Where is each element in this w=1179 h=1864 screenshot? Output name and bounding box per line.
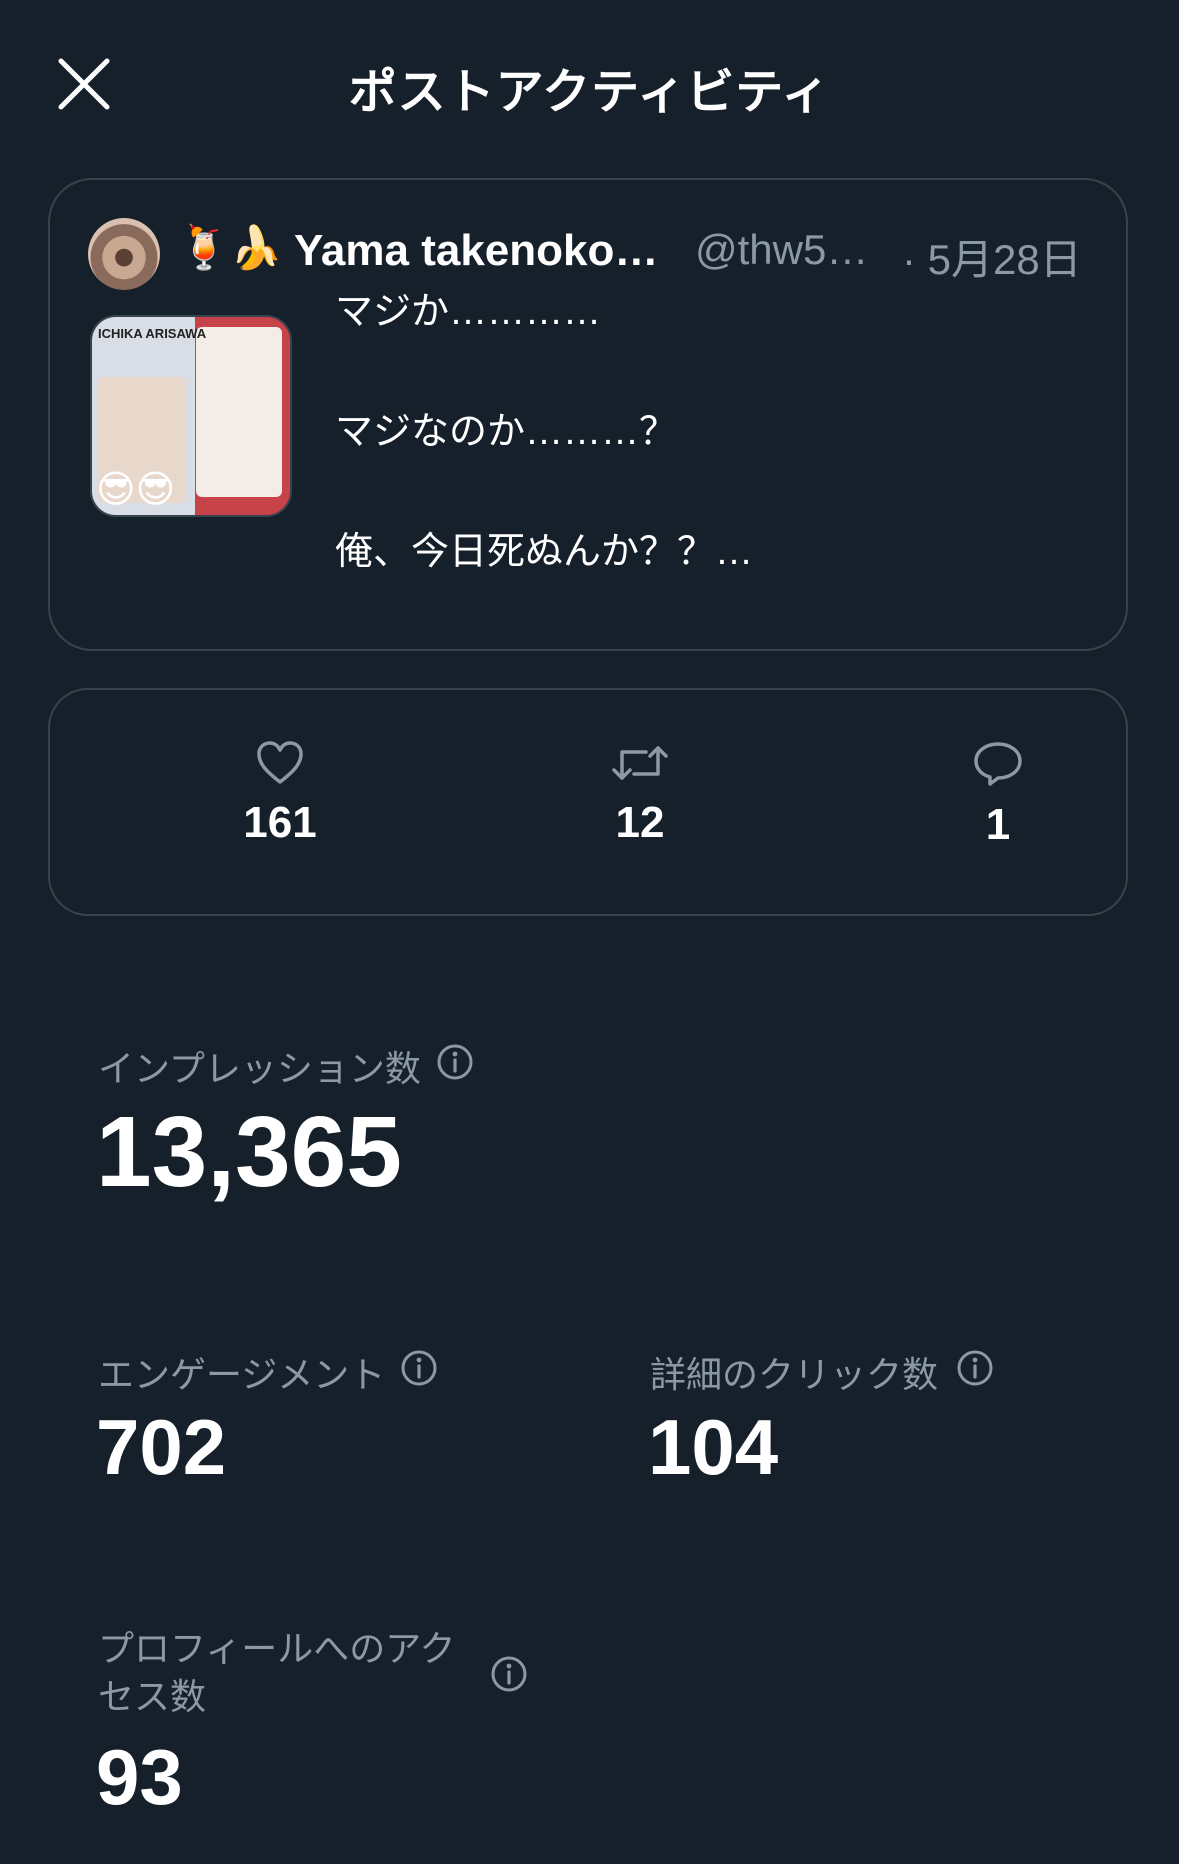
info-icon[interactable] (400, 1349, 438, 1387)
reposts-value: 12 (615, 798, 665, 847)
repost-icon (612, 746, 668, 780)
post-line: マジか………… (335, 291, 602, 333)
impressions-label: インプレッション数 (98, 1048, 421, 1089)
profile-visits-label: プロフィールへのアクセス数 (98, 1628, 456, 1717)
impressions-value: 13,365 (96, 1096, 402, 1208)
detail-clicks-label: 詳細のクリック数 (650, 1354, 939, 1395)
post-thumbnail[interactable]: ICHIKA ARISAWA 😎😎 (90, 315, 292, 517)
engagements-value: 702 (96, 1403, 227, 1491)
thumbnail-emoji: 😎😎 (96, 469, 176, 511)
post-date: · 5月28日 (902, 236, 1082, 283)
likes-value: 161 (243, 798, 317, 847)
page-title: ポストアクティビティ (348, 66, 831, 119)
post-text: マジか………… マジなのか………？ 俺、今日死ぬんか？？… (335, 292, 1095, 652)
engagements-label: エンゲージメント (98, 1354, 386, 1395)
replies-value: 1 (985, 800, 1011, 849)
user-handle: @thw5… (695, 226, 869, 273)
likes-count: 161 (190, 740, 370, 848)
name-emojis: 🍹🍌 (178, 224, 283, 271)
detail-clicks-value: 104 (648, 1403, 779, 1491)
info-icon[interactable] (436, 1043, 474, 1081)
engagement-counts: 161 12 1 (48, 688, 1128, 916)
header: ポストアクティビティ (0, 0, 1179, 165)
post-card[interactable]: 🍹🍌 Yama takenoko… @thw5… · 5月28日 ICHIKA … (48, 178, 1128, 651)
thumbnail-text: ICHIKA ARISAWA (98, 326, 207, 341)
heart-icon (257, 741, 303, 784)
reposts-count: 12 (550, 740, 730, 848)
profile-visits-value: 93 (96, 1733, 183, 1821)
post-line: 俺、今日死ぬんか？？… (335, 531, 754, 573)
thumbnail-photo-right (196, 327, 282, 497)
reply-icon (974, 742, 1022, 786)
info-icon[interactable] (490, 1655, 528, 1693)
replies-count: 1 (908, 740, 1088, 850)
display-name[interactable]: Yama takenoko… (294, 226, 658, 276)
info-icon[interactable] (956, 1349, 994, 1387)
avatar[interactable] (88, 218, 160, 290)
post-line: マジなのか………？ (335, 411, 678, 453)
